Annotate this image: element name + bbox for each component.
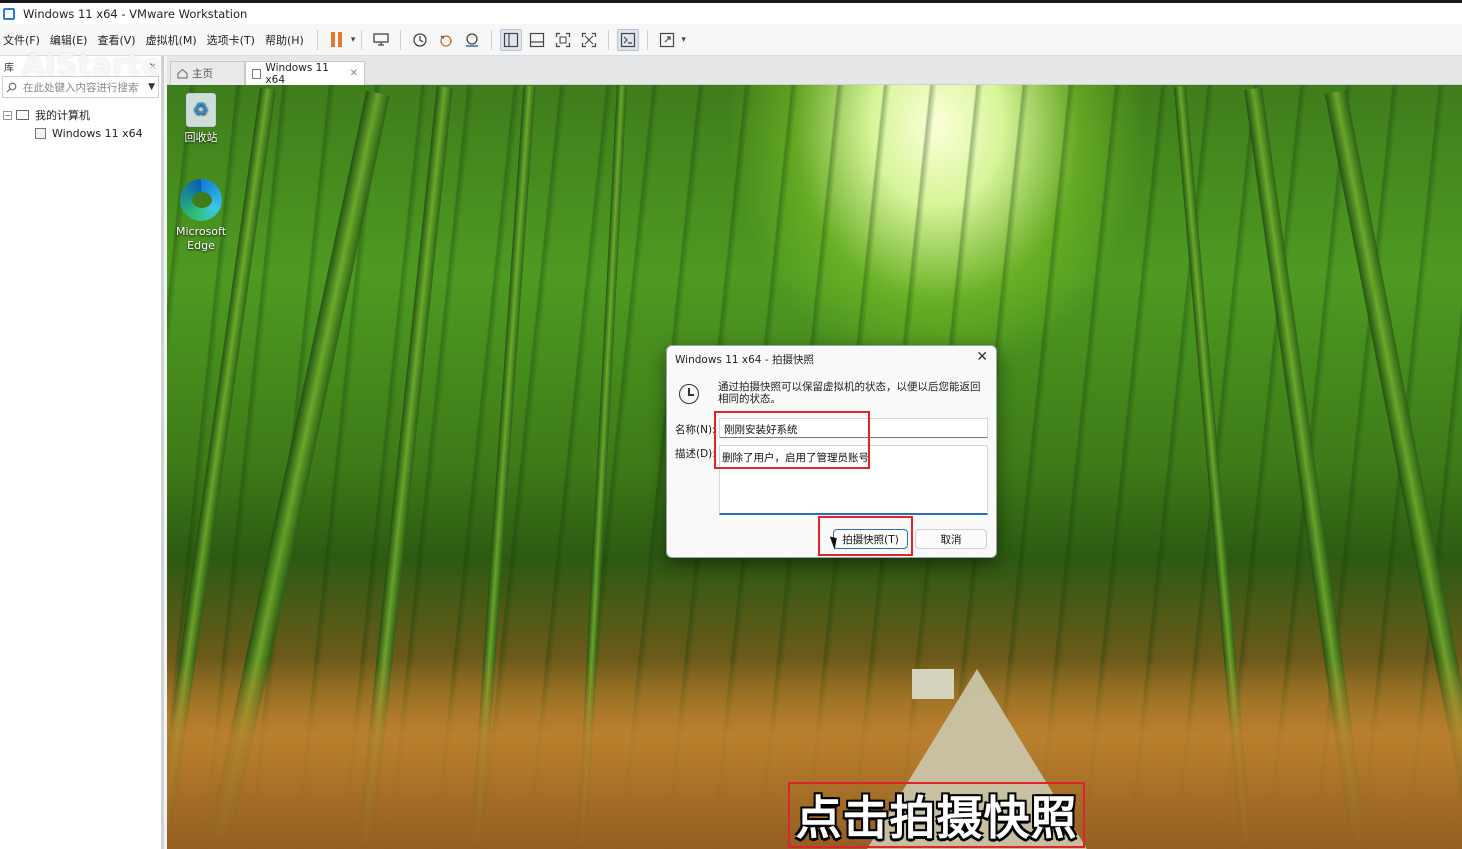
vm-tab-icon (252, 68, 262, 79)
snapshot-take-icon (413, 32, 428, 47)
toolbar-separator (491, 29, 493, 50)
tree-item-label: Windows 11 x64 (52, 126, 143, 140)
title-bar: Windows 11 x64 - VMware Workstation (0, 0, 1462, 24)
fullscreen-icon (556, 32, 571, 47)
library-tree: − 我的计算机 Windows 11 x64 (0, 106, 161, 142)
toolbar-separator (647, 29, 649, 50)
menu-toolbar: 文件(F) 编辑(E) 查看(V) 虚拟机(M) 选项卡(T) 帮助(H) ▾ (0, 24, 1462, 56)
pause-icon (331, 32, 343, 47)
thumbnail-bar-button[interactable] (526, 29, 548, 51)
library-view-icon (504, 32, 519, 47)
tree-item-label: 我的计算机 (35, 109, 90, 122)
menu-edit[interactable]: 编辑(E) (47, 32, 95, 48)
snapshot-manager-icon (466, 32, 479, 47)
vmware-window: Windows 11 x64 - VMware Workstation 文件(F… (0, 0, 1462, 849)
collapse-icon[interactable]: − (3, 110, 12, 120)
stretch-button[interactable] (656, 29, 678, 51)
computer-icon (16, 110, 29, 120)
toolbar-separator (316, 29, 318, 50)
tab-vm[interactable]: Windows 11 x64 ✕ (245, 61, 365, 86)
toolbar-separator (361, 29, 363, 50)
home-icon (177, 68, 188, 79)
library-panel: 库 × AIStarter 在此处键入内容进行搜索 ▼ − 我的计算机 Wind… (0, 48, 176, 849)
thumbnail-bar-icon (530, 32, 545, 47)
vmware-app-icon (3, 7, 15, 20)
caption-box: 点击拍摄快照 (788, 782, 1085, 848)
menu-view[interactable]: 查看(V) (94, 32, 142, 48)
search-dropdown-icon[interactable]: ▼ (148, 82, 155, 92)
menu-vm[interactable]: 虚拟机(M) (143, 32, 204, 48)
pause-dropdown-icon[interactable]: ▾ (351, 35, 356, 45)
stretch-icon (660, 32, 675, 47)
clock-icon (679, 384, 699, 404)
description-label: 描述(D): (675, 448, 716, 460)
unity-icon (582, 32, 597, 47)
console-view-button[interactable] (617, 28, 640, 51)
tab-bar: 主页 Windows 11 x64 ✕ (167, 56, 1462, 86)
toolbar-separator (400, 29, 402, 50)
window-title: Windows 11 x64 - VMware Workstation (23, 6, 248, 21)
recycle-bin-icon: ♻ (186, 93, 216, 127)
dialog-info-text: 通过拍摄快照可以保留虚拟机的状态，以便以后您能返回相同的状态。 (718, 381, 981, 405)
library-view-button[interactable] (500, 28, 523, 51)
toolbar-separator (608, 29, 610, 50)
desktop-icon-recycle-bin[interactable]: ♻ 回收站 (169, 93, 233, 145)
snapshot-manager-button[interactable] (461, 29, 483, 51)
dialog-title: Windows 11 x64 - 拍摄快照 (675, 354, 814, 366)
tab-label: Windows 11 x64 (265, 61, 329, 86)
snapshot-revert-icon (440, 34, 453, 47)
revert-snapshot-button[interactable] (435, 29, 457, 51)
menu-file[interactable]: 文件(F) (0, 32, 47, 48)
highlight-box-fields (714, 411, 870, 469)
caption-text: 点击拍摄快照 (795, 791, 1078, 845)
desktop-icon-edge[interactable]: Microsoft Edge (169, 179, 233, 253)
menu-help[interactable]: 帮助(H) (262, 32, 311, 48)
tree-item-vm[interactable]: Windows 11 x64 (0, 124, 161, 142)
tree-item-my-computer[interactable]: − 我的计算机 (0, 106, 161, 124)
watermark-text: AIStarter (22, 48, 177, 82)
menu-tabs[interactable]: 选项卡(T) (204, 32, 262, 48)
close-icon[interactable]: ✕ (976, 349, 988, 365)
send-ctrl-alt-del-button[interactable] (370, 29, 392, 51)
desktop-icon-label: Microsoft Edge (175, 225, 227, 252)
search-icon (6, 82, 17, 92)
console-view-icon (621, 32, 636, 47)
name-label: 名称(N): (675, 424, 716, 436)
take-snapshot-button[interactable] (409, 29, 431, 51)
cancel-button[interactable]: 取消 (915, 529, 987, 549)
fullscreen-button[interactable] (552, 29, 574, 51)
pause-button[interactable] (326, 29, 348, 51)
tab-label: 主页 (192, 68, 213, 80)
unity-button[interactable] (578, 29, 600, 51)
library-title: 库 (4, 62, 14, 74)
vm-icon (35, 127, 46, 139)
tab-home[interactable]: 主页 (170, 61, 245, 85)
close-tab-icon[interactable]: ✕ (350, 68, 358, 79)
desktop-icon-label: 回收站 (184, 131, 218, 144)
send-ctrl-alt-del-icon (373, 32, 390, 46)
edge-icon (180, 179, 222, 221)
stretch-dropdown-icon[interactable]: ▾ (681, 35, 686, 45)
